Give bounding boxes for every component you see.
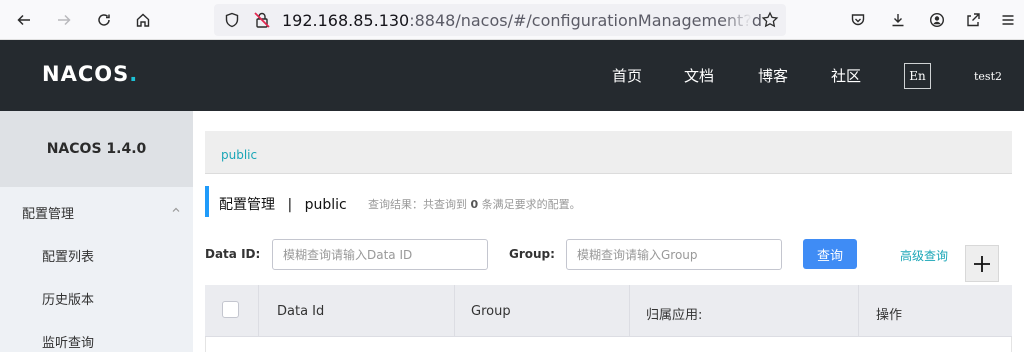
reload-icon[interactable] bbox=[92, 8, 116, 32]
back-arrow-icon[interactable] bbox=[12, 8, 36, 32]
home-icon[interactable] bbox=[131, 8, 155, 32]
pocket-icon[interactable] bbox=[846, 8, 870, 32]
user-name[interactable]: test2 bbox=[974, 70, 1002, 83]
column-header-actions[interactable]: 操作 bbox=[858, 285, 1012, 337]
result-suffix: 条满足要求的配置。 bbox=[481, 198, 581, 211]
nav-docs[interactable]: 文档 bbox=[684, 65, 714, 86]
page-title: 配置管理 | public bbox=[219, 194, 347, 214]
column-header-app[interactable]: 归属应用: bbox=[629, 285, 858, 337]
query-button[interactable]: 查询 bbox=[803, 239, 857, 269]
page-title-namespace: public bbox=[304, 197, 347, 213]
title-accent-bar bbox=[205, 186, 209, 217]
config-table-body bbox=[205, 337, 1012, 352]
logo-text: NACOS bbox=[42, 62, 130, 86]
address-bar[interactable]: 192.168.85.130:8848/nacos/#/configuratio… bbox=[214, 4, 786, 36]
nav-community[interactable]: 社区 bbox=[831, 65, 861, 86]
bookmark-star-icon[interactable] bbox=[760, 10, 780, 30]
add-config-button[interactable] bbox=[965, 245, 999, 282]
url-fade bbox=[722, 8, 752, 32]
column-header-label: 归属应用: bbox=[646, 308, 703, 323]
url-host: 192.168.85.130 bbox=[282, 11, 410, 30]
nacos-logo[interactable]: NACOS. bbox=[42, 62, 138, 86]
nav-blog[interactable]: 博客 bbox=[758, 65, 788, 86]
page-title-text: 配置管理 bbox=[219, 197, 275, 213]
sidebar-item-config-management[interactable]: 配置管理 bbox=[0, 191, 193, 231]
logo-dot: . bbox=[129, 62, 139, 86]
browser-toolbar: 192.168.85.130:8848/nacos/#/configuratio… bbox=[0, 0, 1024, 40]
column-header-group[interactable]: Group bbox=[454, 285, 629, 337]
insecure-lock-icon[interactable] bbox=[252, 10, 272, 30]
plus-icon bbox=[974, 255, 990, 272]
share-icon[interactable] bbox=[961, 8, 985, 32]
column-header-label: Data Id bbox=[277, 304, 325, 319]
select-all-checkbox[interactable] bbox=[222, 301, 239, 318]
sidebar-item-label: 配置列表 bbox=[42, 250, 95, 265]
nav-home[interactable]: 首页 bbox=[612, 65, 642, 86]
chevron-up-icon bbox=[172, 207, 180, 212]
sidebar-item-label: 配置管理 bbox=[22, 207, 75, 222]
language-toggle-button[interactable]: En bbox=[904, 63, 931, 89]
app-header: NACOS. 首页 文档 博客 社区 En test2 bbox=[0, 40, 1024, 111]
sidebar-item-listener-query[interactable]: 监听查询 bbox=[0, 320, 193, 360]
select-all-column bbox=[205, 285, 258, 337]
sidebar-version-title: NACOS 1.4.0 bbox=[0, 111, 193, 187]
shield-icon[interactable] bbox=[222, 10, 242, 30]
group-search-input[interactable] bbox=[566, 239, 782, 270]
download-icon[interactable] bbox=[886, 8, 910, 32]
sidebar-item-label: 历史版本 bbox=[42, 293, 95, 308]
query-result-summary: 查询结果：共查询到 0 条满足要求的配置。 bbox=[368, 196, 581, 212]
namespace-public-link[interactable]: public bbox=[221, 148, 257, 162]
result-prefix: 查询结果：共查询到 bbox=[368, 198, 467, 211]
url-text[interactable]: 192.168.85.130:8848/nacos/#/configuratio… bbox=[282, 11, 762, 30]
url-path: :8848/nacos/#/configurationManagement?da… bbox=[409, 11, 762, 30]
column-header-label: Group bbox=[471, 304, 511, 319]
namespace-bar: public bbox=[205, 131, 1012, 174]
advanced-query-link[interactable]: 高级查询 bbox=[900, 247, 948, 264]
menu-icon[interactable] bbox=[996, 8, 1020, 32]
column-header-label: 操作 bbox=[876, 308, 903, 323]
sidebar: NACOS 1.4.0 配置管理 配置列表 历史版本 监听查询 bbox=[0, 111, 193, 352]
dataid-label: Data ID: bbox=[205, 247, 261, 261]
group-label: Group: bbox=[509, 247, 555, 261]
column-header-dataid[interactable]: Data Id bbox=[258, 285, 454, 337]
config-table-header: Data Id Group 归属应用: 操作 bbox=[205, 285, 1012, 337]
forward-arrow-icon[interactable] bbox=[52, 8, 76, 32]
dataid-search-input[interactable] bbox=[272, 239, 488, 270]
account-icon[interactable] bbox=[925, 8, 949, 32]
result-count: 0 bbox=[470, 198, 479, 211]
page-title-separator: | bbox=[287, 197, 293, 213]
sidebar-item-history[interactable]: 历史版本 bbox=[0, 277, 193, 317]
sidebar-item-label: 监听查询 bbox=[42, 336, 95, 351]
sidebar-item-config-list[interactable]: 配置列表 bbox=[0, 234, 193, 274]
